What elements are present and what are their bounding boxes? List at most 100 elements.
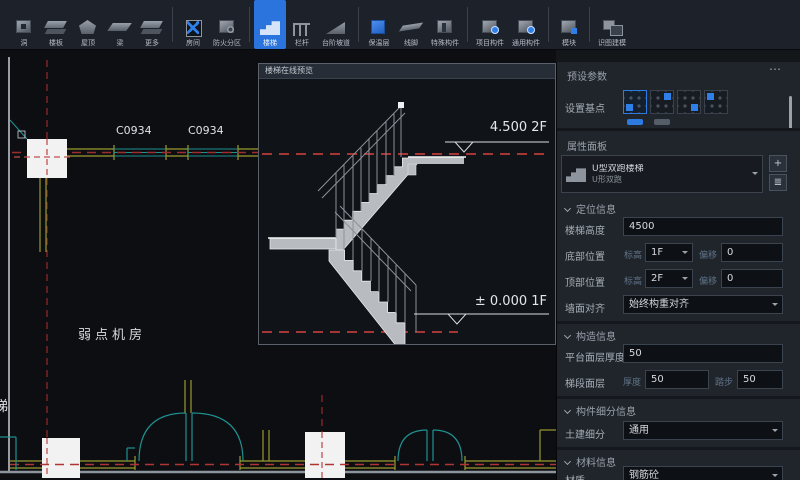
generic-component-label: 通用构件 xyxy=(512,39,540,47)
molding-button[interactable]: 线脚 xyxy=(395,0,427,49)
section-divider xyxy=(557,321,800,324)
top-level-tag: 标高 xyxy=(624,274,642,287)
chevron-down-icon xyxy=(682,277,688,283)
panel-more-button[interactable]: ⋯ xyxy=(769,62,781,76)
insulation-button[interactable]: 保温层 xyxy=(363,0,395,49)
stair-type-text: U型双跑楼梯 U形双跑 xyxy=(592,164,758,185)
subdivision-section-title: 构件细分信息 xyxy=(576,407,636,418)
more-button[interactable]: 更多 xyxy=(136,0,168,49)
preset-section-title: 预设参数 xyxy=(567,68,607,83)
module-label: 模块 xyxy=(562,39,576,47)
layout-option-gray-bar[interactable] xyxy=(654,119,670,125)
toolbar-group-space: 房间 防火分区 xyxy=(177,0,245,49)
chevron-down-icon xyxy=(564,407,571,414)
flight-step-tag: 踏步 xyxy=(715,375,733,388)
toolbar-separator xyxy=(467,7,468,42)
base-point-dot xyxy=(707,93,714,100)
stair-height-input[interactable]: 4500 xyxy=(623,217,783,236)
type-list-button[interactable]: ≣ xyxy=(769,174,787,191)
top-offset-tag: 偏移 xyxy=(699,274,717,287)
railing-button[interactable]: 栏杆 xyxy=(286,0,318,49)
base-point-dot xyxy=(626,104,633,111)
chevron-down-icon xyxy=(772,474,778,480)
material-select[interactable]: 钢筋砼 xyxy=(623,466,783,480)
project-component-icon xyxy=(478,18,502,37)
generic-component-icon xyxy=(514,18,538,37)
generic-component-button[interactable]: 通用构件 xyxy=(508,0,544,49)
more-icon xyxy=(140,18,164,37)
more-label: 更多 xyxy=(145,39,159,47)
slab-label: 楼板 xyxy=(49,39,63,47)
top-position-label: 顶部位置 xyxy=(565,274,605,289)
wall-align-select[interactable]: 始终构重对齐 xyxy=(623,295,783,314)
toolbar-group-components: 项目构件 通用构件 xyxy=(472,0,544,49)
bottom-level-select[interactable]: 1F xyxy=(645,243,693,262)
hole-button[interactable]: 洞 xyxy=(8,0,40,49)
positioning-section-header[interactable]: 定位信息 xyxy=(565,201,616,216)
fire-zone-button[interactable]: 防火分区 xyxy=(209,0,245,49)
popup-title[interactable]: 楼梯在线预览 xyxy=(259,64,555,79)
beam-button[interactable]: 梁 xyxy=(104,0,136,49)
room-icon xyxy=(181,18,205,37)
stair-type-dropdown[interactable]: U型双跑楼梯 U形双跑 xyxy=(561,155,763,193)
roof-button[interactable]: 屋顶 xyxy=(72,0,104,49)
subdivision-section-header[interactable]: 构件细分信息 xyxy=(565,403,636,418)
insulation-icon xyxy=(367,18,391,37)
stair-preview-popup[interactable]: 楼梯在线预览 xyxy=(258,63,556,345)
bottom-position-label: 底部位置 xyxy=(565,248,605,263)
special-component-button[interactable]: 特殊构件 xyxy=(427,0,463,49)
drawing-recognition-button[interactable]: 识图建模 xyxy=(594,0,630,49)
stair-type-sub: U形双跑 xyxy=(592,175,758,185)
bottom-offset-input[interactable]: 0 xyxy=(721,243,783,262)
base-point-option-1[interactable] xyxy=(623,90,647,114)
add-type-button[interactable]: + xyxy=(769,155,787,172)
panel-scrollbar[interactable] xyxy=(789,96,792,130)
base-point-option-4[interactable] xyxy=(704,90,728,114)
section-divider xyxy=(557,128,800,131)
base-point-option-2[interactable] xyxy=(650,90,674,114)
hole-icon xyxy=(12,18,36,37)
panel-top-gap xyxy=(556,50,800,62)
elevation-lower-label: ± 0.000 1F xyxy=(417,294,547,309)
beam-label: 梁 xyxy=(117,39,124,47)
ribbon-toolbar: 洞 楼板 屋顶 梁 更多 房间 防火分区 楼梯 栏杆 xyxy=(0,0,800,50)
toolbar-separator xyxy=(249,7,250,42)
platform-thickness-label: 平台面层厚度 xyxy=(565,349,625,364)
steps-ramp-button[interactable]: 台阶坡道 xyxy=(318,0,354,49)
civil-subdivision-value: 通用 xyxy=(629,425,649,436)
base-point-option-3[interactable] xyxy=(677,90,701,114)
flight-thickness-input[interactable]: 50 xyxy=(645,370,709,389)
module-button[interactable]: 模块 xyxy=(553,0,585,49)
toolbar-separator xyxy=(172,7,173,42)
window-tag-2: C0934 xyxy=(188,124,224,137)
stair-preview-body: 4.500 2F ± 0.000 1F xyxy=(259,79,555,344)
material-section-header[interactable]: 材料信息 xyxy=(565,454,616,469)
bottom-level-value: 1F xyxy=(651,247,663,258)
project-component-button[interactable]: 项目构件 xyxy=(472,0,508,49)
chevron-down-icon xyxy=(682,251,688,257)
top-offset-input[interactable]: 0 xyxy=(721,269,783,288)
construction-section-header[interactable]: 构造信息 xyxy=(565,328,616,343)
platform-thickness-input[interactable]: 50 xyxy=(623,344,783,363)
steps-ramp-label: 台阶坡道 xyxy=(322,39,350,47)
slab-button[interactable]: 楼板 xyxy=(40,0,72,49)
fire-zone-icon xyxy=(215,18,239,37)
slab-icon xyxy=(44,18,68,37)
chevron-down-icon xyxy=(772,429,778,435)
flight-step-input[interactable]: 50 xyxy=(737,370,783,389)
layout-option-blue-bar[interactable] xyxy=(627,119,643,125)
toolbar-separator xyxy=(548,7,549,42)
room-button[interactable]: 房间 xyxy=(177,0,209,49)
chevron-down-icon xyxy=(752,172,758,178)
material-label: 材质 xyxy=(565,472,585,480)
drawing-recognition-icon xyxy=(600,18,624,37)
window-tag-1: C0934 xyxy=(116,124,152,137)
top-level-select[interactable]: 2F xyxy=(645,269,693,288)
special-component-label: 特殊构件 xyxy=(431,39,459,47)
stairs-button[interactable]: 楼梯 xyxy=(254,0,286,49)
civil-subdivision-select[interactable]: 通用 xyxy=(623,421,783,440)
hole-label: 洞 xyxy=(21,39,28,47)
stair-type-icon xyxy=(566,166,586,182)
chevron-down-icon xyxy=(564,205,571,212)
toolbar-group-recognition: 识图建模 xyxy=(594,0,630,49)
